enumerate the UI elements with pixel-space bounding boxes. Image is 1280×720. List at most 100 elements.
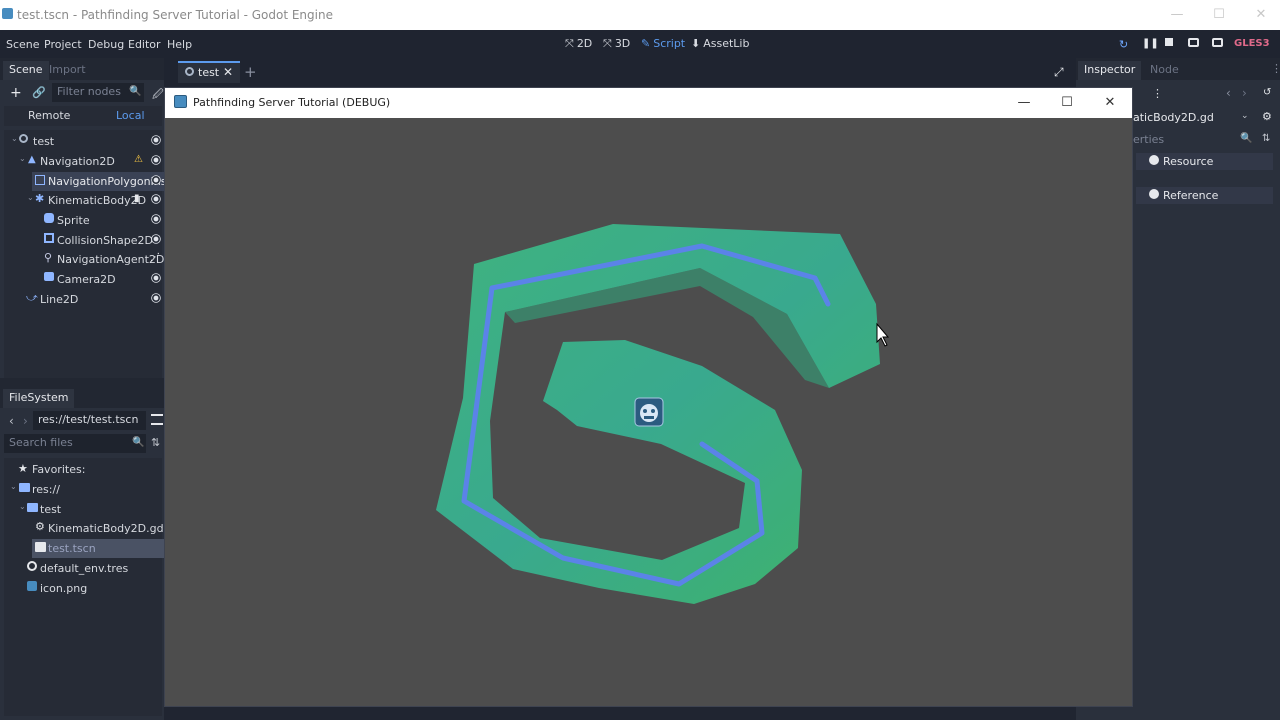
local-button[interactable]: Local [116, 109, 145, 122]
tree-node-navigation2d[interactable]: ⌄ ▲ Navigation2D ⚠ [0, 152, 164, 171]
file-item-test-tscn[interactable]: test.tscn [32, 539, 164, 558]
tab-node[interactable]: Node [1144, 61, 1185, 80]
collapse-icon[interactable]: ⌄ [19, 502, 26, 511]
os-maximize-button[interactable]: ☐ [1199, 4, 1239, 26]
workspace-2d[interactable]: ⤧ 2D [565, 37, 592, 51]
split-mode-icon[interactable] [151, 414, 163, 425]
add-node-icon[interactable]: + [10, 85, 22, 101]
reference-button[interactable]: Reference [1136, 187, 1273, 204]
scene-tab-label: test [198, 66, 220, 79]
file-item-favorites[interactable]: ★ Favorites: [0, 460, 164, 479]
workspace-script[interactable]: ✎ Script [641, 37, 685, 50]
workspace-assetlib[interactable]: ⬇ AssetLib [691, 37, 749, 50]
game-close-button[interactable]: ✕ [1090, 92, 1130, 114]
menu-help[interactable]: Help [167, 38, 192, 51]
filesystem-path-input[interactable]: res://test/test.tscn [33, 411, 146, 430]
menu-project[interactable]: Project [44, 38, 82, 51]
history-icon[interactable]: ↺ [1263, 87, 1271, 98]
file-item-kinematicbody2d-gd[interactable]: ⚙ KinematicBody2D.gd [0, 519, 164, 538]
resource-button[interactable]: Resource [1136, 153, 1273, 170]
file-item-test-folder[interactable]: ⌄ test [0, 500, 164, 519]
env-icon [27, 561, 37, 571]
back-icon[interactable]: ‹ [9, 414, 14, 428]
menu-debug[interactable]: Debug [88, 38, 124, 51]
history-forward-icon[interactable]: › [1242, 86, 1247, 100]
collapse-icon[interactable]: ⌄ [27, 193, 34, 202]
file-item-default-env[interactable]: default_env.tres [0, 559, 164, 578]
filter-properties-input[interactable]: erties [1133, 133, 1164, 146]
remote-button[interactable]: Remote [28, 109, 70, 122]
scene-tab-test[interactable]: test ✕ [178, 61, 240, 83]
sort-icon[interactable]: ⇅ [1262, 133, 1270, 144]
tab-import[interactable]: Import [43, 61, 92, 80]
signal-icon[interactable]: ⋰ [150, 252, 160, 263]
os-close-button[interactable]: ✕ [1241, 4, 1280, 26]
play-scene-icon[interactable] [1188, 38, 1199, 47]
tree-node-sprite[interactable]: Sprite [0, 211, 164, 230]
visibility-eye-icon[interactable] [152, 156, 160, 164]
dock-splitter[interactable] [0, 378, 164, 386]
tree-node-line2d[interactable]: ⤻ Line2D [0, 290, 164, 309]
pause-icon[interactable]: ❚❚ [1142, 38, 1159, 49]
game-maximize-button[interactable]: ☐ [1047, 92, 1087, 114]
workspace-3d[interactable]: ⤧ 3D [603, 37, 630, 51]
script-icon[interactable]: ▮ [134, 193, 140, 204]
os-titlebar: test.tscn - Pathfinding Server Tutorial … [0, 0, 1280, 30]
tree-label-navigationpolygon: NavigationPolygonIns [48, 175, 167, 188]
script-attach-icon[interactable]: 🖉 [152, 86, 164, 105]
tree-node-test[interactable]: ⌄ test [0, 132, 164, 151]
play-custom-icon[interactable] [1212, 38, 1223, 47]
visibility-eye-icon[interactable] [152, 176, 160, 184]
tree-node-navigationagent2d[interactable]: ⚲ NavigationAgent2D ⋰ [0, 250, 164, 269]
tab-inspector[interactable]: Inspector [1078, 61, 1142, 80]
forward-icon[interactable]: › [23, 414, 28, 428]
visibility-eye-icon[interactable] [152, 235, 160, 243]
mouse-cursor-icon [876, 322, 890, 347]
tab-scene[interactable]: Scene [3, 61, 49, 80]
collapse-icon[interactable]: ⌄ [10, 482, 17, 491]
visibility-eye-icon[interactable] [152, 274, 160, 282]
tab-filesystem[interactable]: FileSystem [3, 389, 75, 408]
history-back-icon[interactable]: ‹ [1226, 86, 1231, 100]
chevron-down-icon[interactable]: ⌄ [1241, 111, 1249, 121]
add-tab-button[interactable]: + [244, 63, 257, 81]
inspector-menu-icon[interactable]: ⋮ [1152, 87, 1163, 100]
tree-node-camera2d[interactable]: Camera2D [0, 270, 164, 289]
navpolygon-icon [35, 175, 45, 185]
collapse-icon[interactable]: ⌄ [19, 154, 26, 163]
search-files-input[interactable]: Search files [4, 434, 146, 453]
warning-icon[interactable]: ⚠ [134, 154, 143, 165]
reference-icon [1149, 189, 1159, 199]
visibility-eye-icon[interactable] [152, 136, 160, 144]
close-tab-icon[interactable]: ✕ [223, 65, 233, 79]
tree-node-collisionshape2d[interactable]: CollisionShape2D [0, 231, 164, 250]
visibility-eye-icon[interactable] [152, 215, 160, 223]
tree-node-navigationpolygon[interactable]: NavigationPolygonIns [32, 172, 167, 191]
tree-node-kinematicbody2d[interactable]: ⌄ ✱ KinematicBody2D ▮ [0, 191, 164, 210]
file-item-icon-png[interactable]: icon.png [0, 579, 164, 598]
reload-icon[interactable]: ↻ [1119, 38, 1128, 51]
object-settings-icon[interactable]: ⚙ [1262, 110, 1272, 123]
stop-icon[interactable] [1165, 38, 1173, 46]
menu-scene[interactable]: Scene [6, 38, 40, 51]
godot-app-icon [174, 95, 187, 108]
dock-menu-icon[interactable]: ⋮ [1271, 62, 1280, 75]
inspector-object-label[interactable]: aticBody2D.gd [1133, 111, 1214, 124]
os-minimize-button[interactable]: — [1157, 4, 1197, 26]
workspace-2d-label: 2D [576, 37, 593, 50]
game-viewport[interactable] [165, 118, 1132, 706]
collapse-icon[interactable]: ⌄ [11, 134, 18, 143]
game-debug-window: Pathfinding Server Tutorial (DEBUG) — ☐ … [164, 87, 1133, 707]
file-label-favorites: Favorites: [32, 463, 86, 476]
renderer-label[interactable]: GLES3 [1234, 38, 1270, 49]
sort-icon[interactable]: ⇅ [151, 436, 160, 449]
menu-editor[interactable]: Editor [128, 38, 161, 51]
link-icon[interactable]: 🔗 [32, 86, 46, 99]
visibility-eye-icon[interactable] [152, 195, 160, 203]
game-minimize-button[interactable]: — [1004, 92, 1044, 114]
filesystem-tabbar: FileSystem [0, 386, 164, 408]
distraction-free-icon[interactable]: ⤢ [1054, 65, 1064, 80]
file-label-res: res:// [32, 483, 60, 496]
visibility-eye-icon[interactable] [152, 294, 160, 302]
file-item-res[interactable]: ⌄ res:// [0, 480, 164, 499]
